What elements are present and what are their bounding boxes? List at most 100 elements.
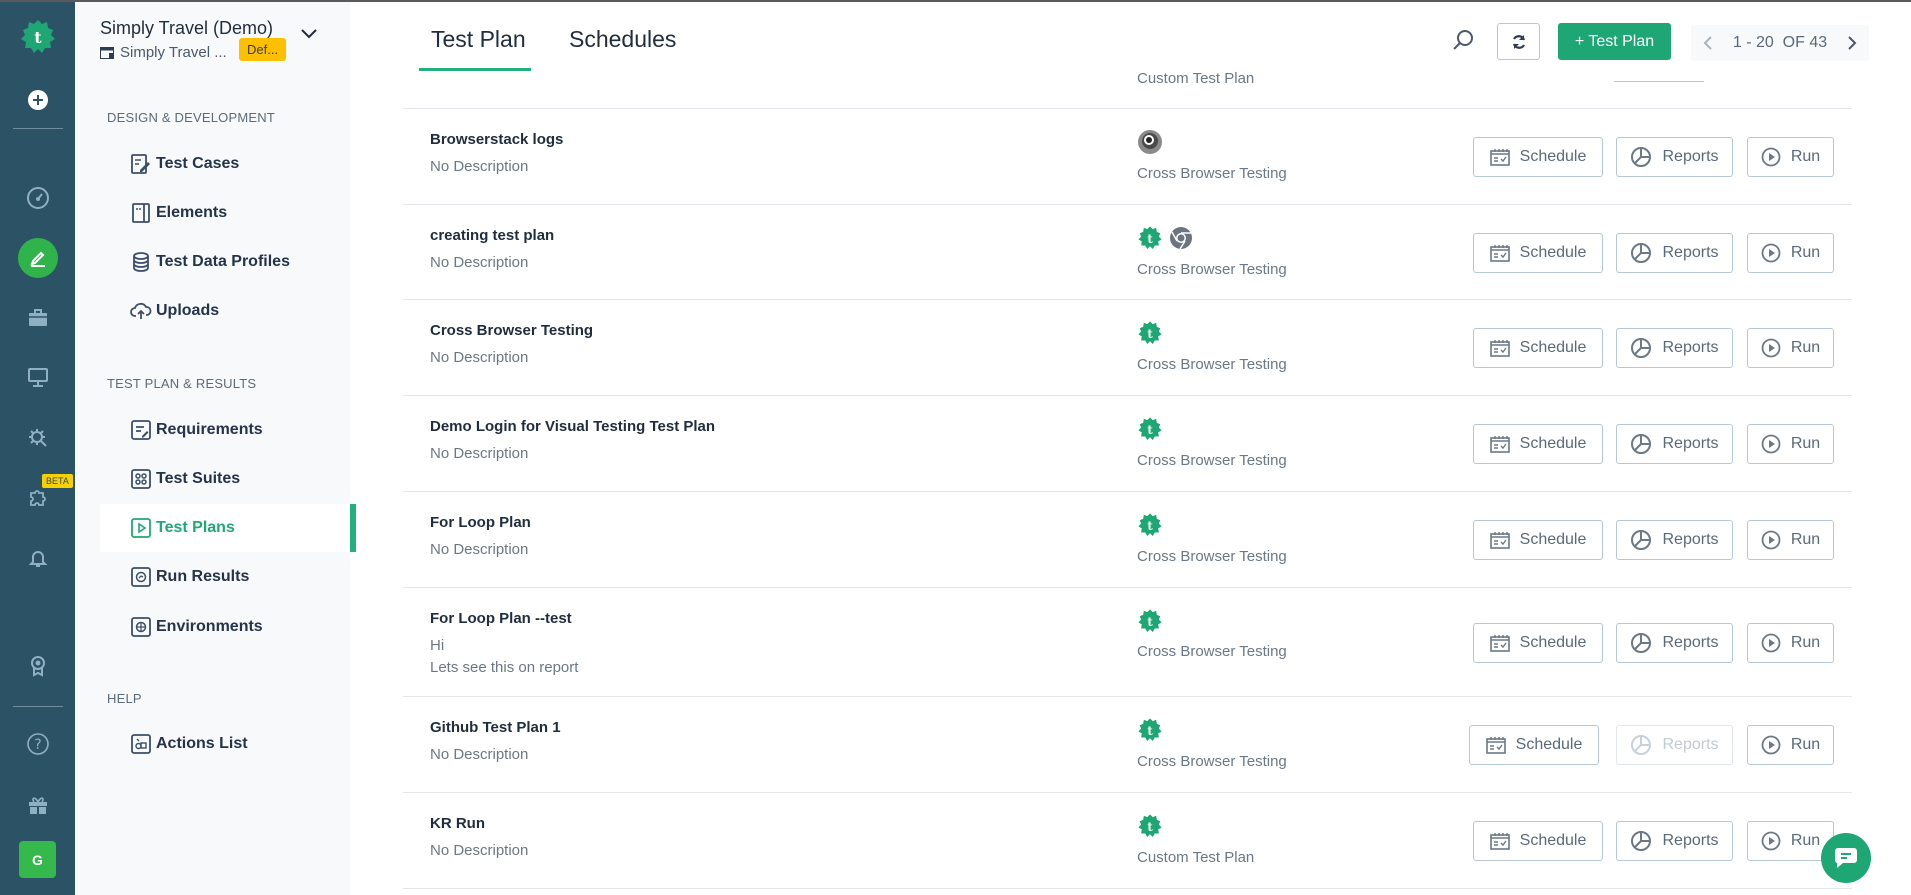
table-row: Cross Browser Testing No Description t Cros… (403, 299, 1852, 395)
create-button[interactable] (0, 88, 75, 112)
search-button[interactable] (1451, 28, 1475, 57)
schedule-button[interactable]: Schedule (1473, 623, 1603, 663)
plan-type: Cross Browser Testing (1137, 548, 1287, 565)
rail-devices[interactable] (0, 364, 75, 390)
run-icon (1761, 434, 1781, 454)
briefcase-icon (28, 309, 47, 326)
reports-button[interactable]: Reports (1616, 520, 1733, 560)
navigation-panel: Simply Travel (Demo) Simply Travel ... D… (75, 0, 356, 895)
plan-description: No Description (430, 158, 529, 175)
run-button[interactable]: Run (1747, 424, 1834, 464)
rail-help[interactable]: ? (0, 731, 75, 757)
next-page-button[interactable] (1847, 35, 1857, 51)
schedule-label: Schedule (1519, 339, 1587, 356)
nav-item-environments[interactable]: Environments (100, 603, 350, 651)
plan-type: Cross Browser Testing (1137, 261, 1287, 278)
rail-notifications[interactable] (0, 545, 75, 571)
plan-type: Cross Browser Testing (1137, 356, 1287, 373)
avatar-initial: G (19, 841, 56, 878)
actions-list-icon (131, 734, 151, 754)
run-label: Run (1790, 531, 1821, 548)
nav-item-label: Environments (156, 618, 263, 635)
tab-test-plan[interactable]: Test Plan (431, 26, 526, 53)
add-test-plan-button[interactable]: + Test Plan (1558, 23, 1671, 60)
run-button[interactable]: Run (1747, 137, 1834, 177)
nav-item-test-plans[interactable]: Test Plans (100, 504, 356, 552)
workspace-switcher[interactable] (300, 26, 318, 44)
plan-name[interactable]: KR Run (430, 815, 485, 832)
plan-name[interactable]: Cross Browser Testing (430, 322, 593, 339)
schedule-label: Schedule (1519, 244, 1587, 261)
section-help: HELP (107, 691, 142, 706)
reports-label: Reports (1662, 634, 1719, 651)
nav-item-label: Actions List (156, 735, 248, 752)
nav-item-test-suites[interactable]: Test Suites (100, 455, 350, 503)
run-button[interactable]: Run (1747, 520, 1834, 560)
plan-description: Hi (430, 637, 445, 654)
rail-achievements[interactable] (0, 653, 75, 679)
reports-icon (1630, 632, 1652, 654)
plan-name[interactable]: Demo Login for Visual Testing Test Plan (430, 418, 715, 435)
run-icon (1761, 530, 1781, 550)
run-button[interactable]: Run (1747, 233, 1834, 273)
user-avatar[interactable]: G (0, 841, 75, 878)
prev-page-button[interactable] (1703, 35, 1713, 51)
nav-item-test-data-profiles[interactable]: Test Data Profiles (100, 238, 350, 286)
nav-item-test-cases[interactable]: Test Cases (100, 140, 350, 188)
refresh-button[interactable] (1497, 23, 1540, 60)
svg-text:t: t (1147, 820, 1153, 834)
testsigma-icon: t (1137, 813, 1163, 844)
schedule-button[interactable]: Schedule (1473, 137, 1603, 177)
run-button[interactable]: Run (1747, 328, 1834, 368)
reports-button[interactable]: Reports (1616, 137, 1733, 177)
table-row: KR Run No Description t Custom Test Plan Sch… (403, 792, 1852, 888)
logo[interactable]: t (0, 16, 75, 58)
reports-button[interactable]: Reports (1616, 821, 1733, 861)
rail-dashboard[interactable] (0, 185, 75, 211)
rail-whats-new[interactable] (0, 792, 75, 818)
plan-name[interactable]: For Loop Plan (430, 514, 531, 531)
reports-icon (1630, 242, 1652, 264)
logo-icon: t (20, 20, 55, 53)
schedule-icon (1489, 832, 1510, 850)
plan-platform-icons: t (1137, 512, 1163, 543)
plan-platform-icons: t (1137, 717, 1163, 748)
nav-item-elements[interactable]: Elements (100, 189, 350, 237)
schedule-button[interactable]: Schedule (1469, 725, 1599, 765)
reports-button[interactable]: Reports (1616, 623, 1733, 663)
plan-name[interactable]: For Loop Plan --test (430, 610, 572, 627)
nav-item-run-results[interactable]: Run Results (100, 553, 350, 601)
schedule-button[interactable]: Schedule (1473, 520, 1603, 560)
nav-item-actions-list[interactable]: Actions List (100, 720, 350, 768)
reports-button[interactable]: Reports (1616, 328, 1733, 368)
run-button[interactable]: Run (1747, 623, 1834, 663)
reports-button[interactable]: Reports (1616, 424, 1733, 464)
schedule-button[interactable]: Schedule (1473, 233, 1603, 273)
rail-design[interactable] (0, 238, 75, 278)
chat-button[interactable] (1821, 833, 1871, 883)
run-icon (1761, 243, 1781, 263)
plan-type: Cross Browser Testing (1137, 165, 1287, 182)
tab-schedules[interactable]: Schedules (569, 26, 676, 53)
plan-name[interactable]: Browserstack logs (430, 131, 563, 148)
reports-button[interactable]: Reports (1616, 233, 1733, 273)
plan-name[interactable]: Github Test Plan 1 (430, 719, 561, 736)
svg-text:t: t (1147, 615, 1153, 629)
nav-item-uploads[interactable]: Uploads (100, 287, 350, 335)
nav-item-requirements[interactable]: Requirements (100, 406, 350, 454)
plan-type: Cross Browser Testing (1137, 643, 1287, 660)
schedule-button[interactable]: Schedule (1473, 821, 1603, 861)
schedule-icon (1485, 736, 1506, 754)
schedule-button[interactable]: Schedule (1473, 424, 1603, 464)
award-icon (30, 656, 45, 677)
svg-text:t: t (34, 28, 42, 47)
rail-settings[interactable] (0, 425, 75, 451)
testsigma-icon: t (1137, 512, 1163, 543)
workspace-title[interactable]: Simply Travel (Demo) (100, 18, 273, 39)
schedule-button[interactable]: Schedule (1473, 328, 1603, 368)
chat-icon (1834, 848, 1857, 868)
plan-name[interactable]: creating test plan (430, 227, 554, 244)
workspace-subtitle[interactable]: Simply Travel ... (100, 44, 227, 61)
run-button[interactable]: Run (1747, 725, 1834, 765)
rail-projects[interactable] (0, 305, 75, 331)
